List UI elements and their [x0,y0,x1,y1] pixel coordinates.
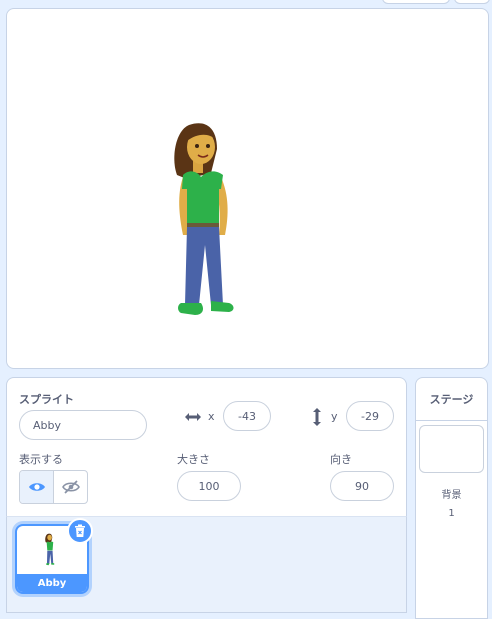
sprite-list: Abby [6,516,407,613]
y-position-input[interactable]: -29 [346,401,394,431]
stage-divider [416,420,487,421]
stage-panel: ステージ 背景 1 [415,377,488,619]
backdrops-count: 1 [448,508,455,519]
size-input[interactable]: 100 [177,471,241,501]
sprite-info-panel: スプライト Abby x -43 y -29 表示する 大きさ 100 向き 9… [6,377,407,518]
visibility-toggle [19,470,88,504]
y-label: y [331,410,338,423]
abby-sprite[interactable] [167,115,252,330]
horizontal-arrows-icon [185,413,201,421]
top-button-1[interactable] [382,0,450,4]
sprite-heading: スプライト [19,393,74,406]
direction-label: 向き [330,453,352,466]
sprite-name-input[interactable]: Abby [19,410,147,440]
backdrops-label: 背景 [441,490,462,501]
top-button-2[interactable] [454,0,490,4]
stage-canvas[interactable] [6,8,489,369]
delete-sprite-button[interactable] [67,518,93,544]
trash-icon [75,524,85,537]
size-label: 大きさ [177,453,210,466]
sprite-thumbnail-image [45,533,55,566]
direction-input[interactable]: 90 [330,471,394,501]
stage-heading: ステージ [429,393,474,406]
x-label: x [208,410,215,423]
eye-slash-icon [61,480,80,494]
vertical-arrows-icon [313,408,321,426]
show-button[interactable] [20,471,54,503]
hide-button[interactable] [54,471,87,503]
eye-icon [28,483,45,491]
show-label: 表示する [19,453,63,466]
sprite-thumbnail-name: Abby [17,574,87,592]
stage-thumbnail[interactable] [419,425,484,473]
x-position-input[interactable]: -43 [223,401,271,431]
